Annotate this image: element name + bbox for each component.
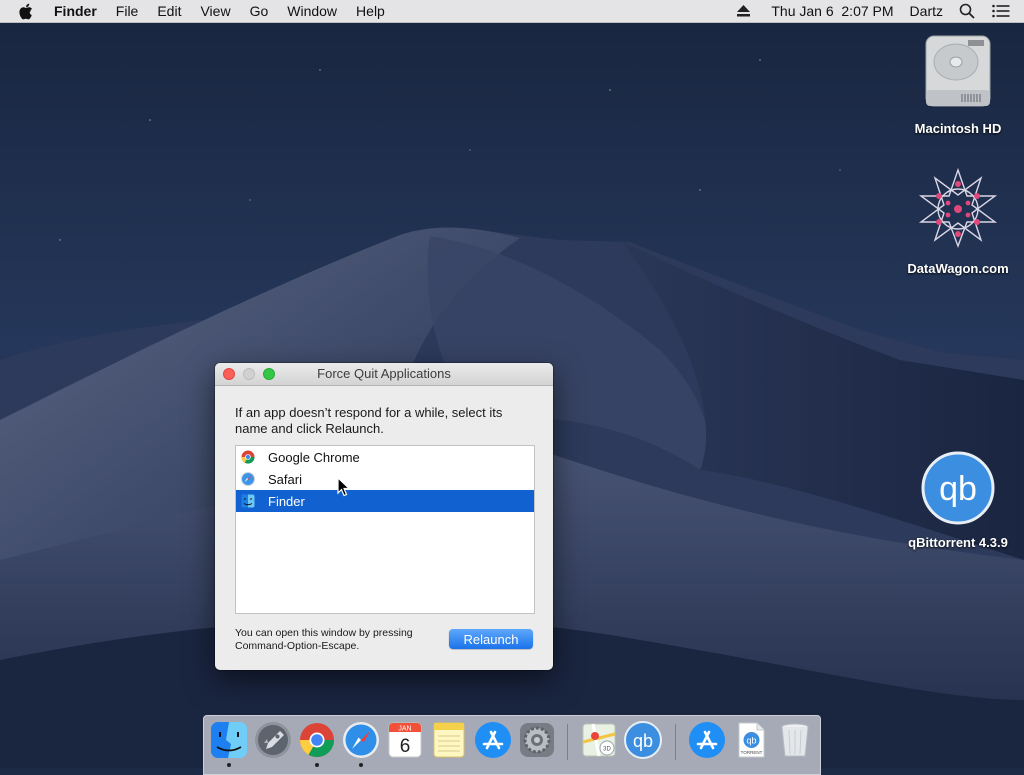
menu-help[interactable]: Help: [356, 0, 385, 22]
menu-app-finder[interactable]: Finder: [54, 0, 97, 22]
shortcut-hint: You can open this window by pressing Com…: [235, 627, 435, 653]
safari-icon: [241, 472, 255, 486]
dock-item-safari[interactable]: [341, 720, 381, 760]
app-store-icon: [475, 722, 511, 758]
calendar-day: 6: [400, 736, 411, 757]
menu-go[interactable]: Go: [250, 0, 269, 22]
trash-icon: [781, 723, 809, 757]
chrome-icon: [300, 723, 334, 757]
apple-icon: [19, 3, 32, 19]
force-quit-window: Force Quit Applications If an app doesn’…: [215, 363, 553, 670]
qbittorrent-icon: qb: [624, 721, 662, 759]
list-item-safari[interactable]: Safari: [236, 468, 534, 490]
safari-icon: [343, 722, 379, 758]
shortcut-hint-line1: You can open this window by pressing: [235, 627, 413, 639]
desktop-icon-label: DataWagon.com: [907, 261, 1009, 276]
eject-icon[interactable]: [737, 5, 751, 17]
desktop-icon-datawagon[interactable]: DataWagon.com: [898, 166, 1018, 276]
svg-text:qb: qb: [746, 736, 756, 746]
dock-item-calendar[interactable]: JAN 6: [385, 720, 425, 760]
dock-item-launchpad[interactable]: [253, 720, 293, 760]
shortcut-hint-line2: Command-Option-Escape.: [235, 640, 360, 652]
launchpad-icon: [255, 722, 291, 758]
minimize-button: [243, 368, 255, 380]
dock-separator: [567, 724, 568, 760]
dock-item-trash[interactable]: [775, 720, 815, 760]
dock-item-torrent-file[interactable]: qb TORRENT: [731, 720, 771, 760]
app-name: Google Chrome: [268, 449, 360, 465]
list-item-google-chrome[interactable]: Google Chrome: [236, 446, 534, 468]
close-button[interactable]: [223, 368, 235, 380]
app-name: Finder: [268, 493, 305, 509]
torrent-caption: TORRENT: [741, 750, 763, 755]
dock-separator: [675, 724, 676, 760]
dock-item-finder[interactable]: [209, 720, 249, 760]
menubar-user-name[interactable]: Dartz: [910, 3, 943, 19]
finder-icon: [241, 494, 255, 508]
maps-badge: 3D: [603, 747, 611, 753]
notes-icon: [433, 722, 465, 758]
calendar-month: JAN: [398, 726, 411, 733]
window-titlebar[interactable]: Force Quit Applications: [215, 363, 553, 386]
menu-window[interactable]: Window: [287, 0, 337, 22]
svg-text:qb: qb: [939, 470, 977, 508]
torrent-document-icon: qb TORRENT: [738, 722, 765, 758]
dock-item-notes[interactable]: [429, 720, 469, 760]
menu-bar: Finder File Edit View Go Window Help Thu…: [0, 0, 1024, 23]
running-indicator: [315, 763, 319, 767]
dock-item-qbittorrent[interactable]: qb: [623, 720, 663, 760]
dock-item-google-chrome[interactable]: [297, 720, 337, 760]
maps-icon: 3D: [582, 723, 616, 757]
application-list[interactable]: Google Chrome Safari Finder: [235, 445, 535, 614]
app-store-icon: [689, 722, 725, 758]
running-indicator: [227, 763, 231, 767]
svg-text:qb: qb: [633, 731, 653, 751]
chrome-icon: [241, 450, 255, 464]
window-title: Force Quit Applications: [317, 366, 451, 381]
menubar-clock[interactable]: Thu Jan 6 2:07 PM: [771, 3, 893, 19]
datawagon-logo-icon: [918, 167, 998, 248]
dock-item-app-store-downloads[interactable]: [687, 720, 727, 760]
running-indicator: [359, 763, 363, 767]
dock: JAN 6 3D qb qb TORRENT: [203, 715, 821, 775]
instructions-text: If an app doesn’t respond for a while, s…: [235, 405, 503, 436]
list-item-finder[interactable]: Finder: [236, 490, 534, 512]
desktop-icon-macintosh-hd[interactable]: Macintosh HD: [898, 30, 1018, 136]
desktop-icon-label: Macintosh HD: [914, 121, 1002, 136]
hard-drive-icon: [925, 35, 991, 107]
dock-item-app-store[interactable]: [473, 720, 513, 760]
spotlight-search-icon[interactable]: [959, 3, 975, 19]
qbittorrent-icon: qb: [921, 451, 995, 525]
menu-file[interactable]: File: [116, 0, 139, 22]
menubar-status-area: Thu Jan 6 2:07 PM Dartz: [737, 0, 1024, 22]
app-name: Safari: [268, 471, 302, 487]
dock-item-maps[interactable]: 3D: [579, 720, 619, 760]
gear-icon: [520, 723, 554, 757]
dock-item-system-preferences[interactable]: [517, 720, 557, 760]
menu-view[interactable]: View: [200, 0, 230, 22]
apple-menu-icon[interactable]: [18, 0, 38, 22]
zoom-button[interactable]: [263, 368, 275, 380]
menu-edit[interactable]: Edit: [157, 0, 181, 22]
desktop-icon-label: qBittorrent 4.3.9: [908, 535, 1008, 550]
notification-center-icon[interactable]: [992, 4, 1010, 18]
mouse-cursor-icon: [337, 477, 351, 497]
finder-icon: [211, 722, 247, 758]
desktop-icon-qbittorrent[interactable]: qb qBittorrent 4.3.9: [898, 450, 1018, 550]
relaunch-button[interactable]: Relaunch: [449, 629, 533, 649]
calendar-icon: JAN 6: [388, 722, 422, 758]
